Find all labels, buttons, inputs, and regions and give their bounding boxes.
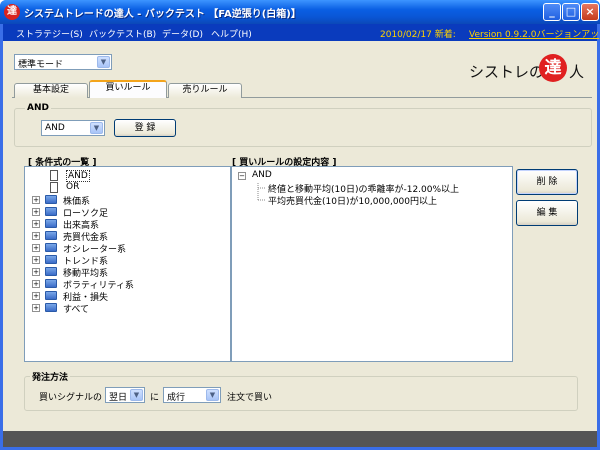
status-bar	[3, 431, 597, 447]
rule-root-label: AND	[252, 170, 272, 180]
order-group-label: 発注方法	[30, 370, 71, 383]
document-icon	[50, 182, 58, 193]
expand-icon[interactable]: +	[32, 304, 40, 312]
folder-icon	[45, 303, 57, 312]
tree-item-trend[interactable]: + トレンド系	[32, 254, 222, 267]
edit-button[interactable]: 編 集	[516, 200, 578, 226]
order-type-value: 成行	[167, 393, 186, 403]
tree-item-oscillator[interactable]: + オシレーター系	[32, 242, 222, 255]
app-window: 達 システムトレードの達人 - バックテスト 【FA逆張り(白箱)】 _ □ ×…	[0, 0, 600, 450]
tab-buy-rules[interactable]: 買いルール	[89, 80, 167, 98]
folder-icon	[45, 195, 57, 204]
menu-backtest[interactable]: バックテスト(B)	[89, 27, 156, 40]
expand-icon[interactable]: +	[32, 292, 40, 300]
folder-icon	[45, 243, 57, 252]
menu-strategy[interactable]: ストラテジー(S)	[16, 27, 83, 40]
order-type-select[interactable]: 成行 ▼	[163, 387, 221, 403]
rule-root-and[interactable]: − AND	[238, 170, 358, 182]
tree-item-label: すべて	[63, 305, 90, 315]
expand-icon[interactable]: +	[32, 280, 40, 288]
chevron-down-icon[interactable]: ▼	[206, 389, 219, 401]
document-icon	[50, 170, 58, 181]
delete-button[interactable]: 削 除	[516, 169, 578, 195]
and-or-select[interactable]: AND ▼	[41, 120, 105, 136]
tree-item-and[interactable]: AND	[35, 170, 215, 182]
folder-icon	[45, 279, 57, 288]
tree-item-price[interactable]: + 株価系	[32, 194, 222, 207]
expand-icon[interactable]: +	[32, 208, 40, 216]
collapse-icon[interactable]: −	[238, 172, 246, 180]
logo-seal-icon: 達	[539, 54, 567, 82]
title-bar[interactable]: 達 システムトレードの達人 - バックテスト 【FA逆張り(白箱)】 _ □ ×	[0, 0, 600, 24]
logo-text-part2: 人	[569, 63, 585, 81]
order-suffix-text: 注文で買い	[227, 393, 273, 403]
expand-icon[interactable]: +	[32, 220, 40, 228]
rule-settings-tree[interactable]: − AND 終値と移動平均(10日)の乖離率が-12.00%以上 平均売買代金(…	[231, 166, 513, 362]
rule-condition-2[interactable]: 平均売買代金(10日)が10,000,000円以上	[268, 194, 437, 207]
order-timing-value: 翌日	[109, 393, 128, 403]
tree-item-or[interactable]: OR	[35, 182, 215, 194]
tab-basic-settings[interactable]: 基本設定	[14, 83, 88, 98]
menu-data[interactable]: データ(D)	[162, 27, 203, 40]
tree-item-moving-average[interactable]: + 移動平均系	[32, 266, 222, 279]
expand-icon[interactable]: +	[32, 268, 40, 276]
app-icon[interactable]: 達	[4, 4, 20, 20]
tree-item-all[interactable]: + すべて	[32, 302, 222, 315]
folder-icon	[45, 231, 57, 240]
menu-help[interactable]: ヘルプ(H)	[211, 27, 252, 40]
folder-icon	[45, 219, 57, 228]
tree-item-profit-loss[interactable]: + 利益・損失	[32, 290, 222, 303]
expand-icon[interactable]: +	[32, 244, 40, 252]
and-or-select-value: AND	[45, 123, 65, 133]
tree-item-candlestick[interactable]: + ローソク足	[32, 206, 222, 219]
order-timing-select[interactable]: 翌日 ▼	[105, 387, 145, 403]
client-area: ストラテジー(S) バックテスト(B) データ(D) ヘルプ(H) 2010/0…	[3, 24, 599, 447]
mode-select[interactable]: 標準モード ▼	[14, 54, 112, 70]
expand-icon[interactable]: +	[32, 196, 40, 204]
tree-item-volatility[interactable]: + ボラティリティ系	[32, 278, 222, 291]
folder-icon	[45, 267, 57, 276]
menu-bar: ストラテジー(S) バックテスト(B) データ(D) ヘルプ(H) 2010/0…	[3, 24, 599, 41]
chevron-down-icon[interactable]: ▼	[97, 56, 110, 68]
chevron-down-icon[interactable]: ▼	[90, 122, 103, 134]
condition-tree[interactable]: AND OR + 株価系 + ローソク足 + 出来高系 + 売買代金系 + オシ…	[24, 166, 231, 362]
expand-icon[interactable]: +	[32, 256, 40, 264]
version-update-link[interactable]: Version 0.9.2.0バージョンアッ	[469, 27, 599, 40]
news-date: 2010/02/17 新着:	[380, 30, 456, 40]
and-group-label: AND	[25, 103, 51, 113]
folder-icon	[45, 291, 57, 300]
tree-item-volume[interactable]: + 出来高系	[32, 218, 222, 231]
folder-icon	[45, 255, 57, 264]
tree-item-label: AND	[66, 170, 90, 182]
window-title: システムトレードの達人 - バックテスト 【FA逆張り(白箱)】	[24, 9, 301, 20]
chevron-down-icon[interactable]: ▼	[130, 389, 143, 401]
maximize-button[interactable]: □	[562, 3, 580, 21]
folder-icon	[45, 207, 57, 216]
minimize-button[interactable]: _	[543, 3, 561, 21]
order-prefix-text: 買いシグナルの	[39, 393, 103, 403]
tree-item-label: OR	[66, 182, 80, 192]
tree-connector-lines	[257, 183, 266, 201]
register-button[interactable]: 登 録	[114, 119, 176, 137]
tree-item-trading-value[interactable]: + 売買代金系	[32, 230, 222, 243]
mode-select-value: 標準モード	[18, 60, 64, 70]
close-button[interactable]: ×	[581, 3, 599, 21]
logo-text-part1: シストレの	[469, 63, 545, 81]
tab-sell-rules[interactable]: 売りルール	[168, 83, 242, 98]
expand-icon[interactable]: +	[32, 232, 40, 240]
order-mid-text: に	[150, 393, 160, 403]
